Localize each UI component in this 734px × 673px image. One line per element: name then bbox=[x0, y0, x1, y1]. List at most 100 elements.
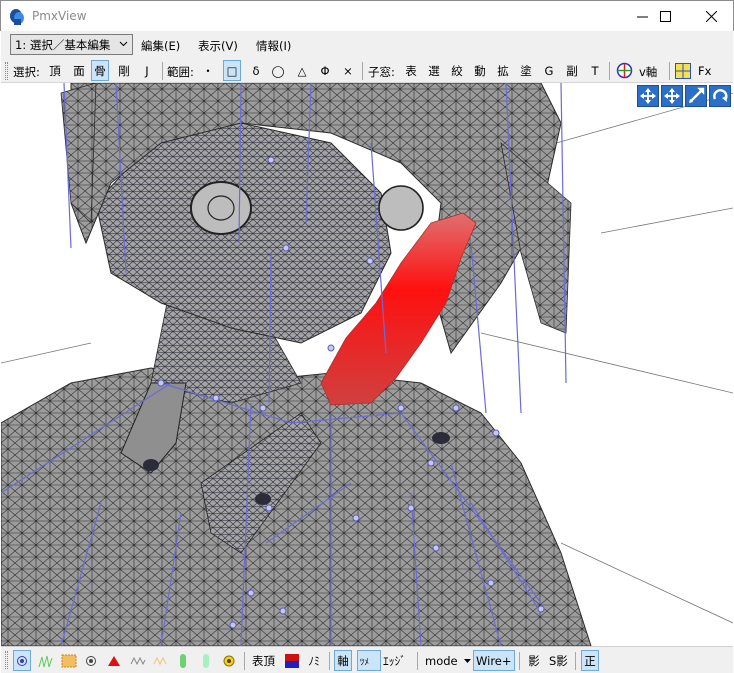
move-z-button[interactable] bbox=[685, 85, 707, 107]
edge-text-button[interactable]: ｴｯｼﾞ bbox=[381, 650, 408, 671]
color-toggle-button[interactable] bbox=[283, 650, 301, 671]
move-xy-button[interactable] bbox=[637, 85, 659, 107]
maximize-button[interactable] bbox=[642, 1, 688, 32]
joint-display-button[interactable] bbox=[220, 650, 238, 671]
select-face-button[interactable]: 面 bbox=[70, 60, 88, 81]
red-triangle-icon bbox=[108, 655, 120, 666]
title-bar: PmxView bbox=[0, 0, 734, 31]
move-xy-icon bbox=[640, 88, 656, 104]
axis-display-button[interactable]: 軸 bbox=[334, 650, 352, 671]
edge-display-button[interactable] bbox=[128, 650, 148, 671]
color-square-icon bbox=[285, 653, 299, 668]
status-toolbar: 表頂 ﾉﾐ 軸 ﾂﾒ ｴｯｼﾞ mode Wire+ 影 S影 正 bbox=[1, 646, 733, 673]
close-button[interactable] bbox=[688, 1, 734, 32]
axis-label[interactable]: v軸 bbox=[639, 64, 657, 80]
wire-plus-button[interactable]: Wire+ bbox=[473, 650, 515, 671]
range-clear-button[interactable]: × bbox=[339, 60, 357, 81]
subwindow-move-button[interactable]: 動 bbox=[471, 60, 489, 81]
range-circle-button[interactable]: ◯ bbox=[269, 60, 287, 81]
subwindow-paint-button[interactable]: 塗 bbox=[517, 60, 535, 81]
texture-icon bbox=[61, 654, 77, 667]
rotate-icon bbox=[713, 89, 728, 102]
nail-display-button[interactable]: ﾂﾒ bbox=[357, 650, 381, 671]
left-eye bbox=[190, 181, 252, 235]
bottombar-divider bbox=[575, 652, 576, 670]
mode-select-value: 1: 選択／基本編集 bbox=[15, 38, 111, 52]
range-point-button[interactable]: ・ bbox=[199, 60, 217, 81]
wire-display-button[interactable] bbox=[36, 650, 56, 671]
move-xyz-icon bbox=[664, 88, 680, 104]
menu-bar: 1: 選択／基本編集 編集(E) 表示(V) 情報(I) bbox=[1, 31, 733, 58]
move-z-icon bbox=[689, 87, 705, 103]
window-title: PmxView bbox=[32, 9, 87, 23]
bottombar-grip[interactable] bbox=[5, 651, 8, 669]
rotate-button[interactable] bbox=[709, 85, 731, 107]
view-tools bbox=[637, 85, 731, 107]
light-edge-button[interactable] bbox=[151, 650, 171, 671]
grid-toggle-button[interactable] bbox=[673, 60, 693, 81]
wire-grass-icon bbox=[38, 655, 53, 667]
circle-display-button[interactable] bbox=[82, 650, 100, 671]
toolbar-divider bbox=[362, 62, 363, 80]
green-bone-icon bbox=[180, 653, 186, 668]
subwindow-label: 子窓: bbox=[368, 65, 395, 79]
axis-toggle-button[interactable] bbox=[614, 60, 635, 81]
close-icon bbox=[705, 11, 717, 22]
face-display-button[interactable] bbox=[105, 650, 123, 671]
menu-view[interactable]: 表示(V) bbox=[198, 38, 238, 54]
axis-compass-icon bbox=[616, 62, 633, 79]
subwindow-filter-button[interactable]: 絞 bbox=[448, 60, 466, 81]
vertex-display-button[interactable] bbox=[13, 650, 31, 671]
subwindow-select-button[interactable]: 選 bbox=[425, 60, 443, 81]
shadow-button[interactable]: 影 bbox=[525, 650, 543, 671]
subwindow-sub-button[interactable]: 副 bbox=[563, 60, 581, 81]
caret-down-icon bbox=[463, 659, 471, 663]
toolbar-divider bbox=[669, 62, 670, 80]
yellow-flower-icon bbox=[223, 655, 235, 666]
move-xyz-button[interactable] bbox=[661, 85, 683, 107]
orthographic-button[interactable]: 正 bbox=[581, 650, 599, 671]
fx-label[interactable]: Fx bbox=[698, 64, 711, 78]
menu-edit[interactable]: 編集(E) bbox=[141, 38, 180, 54]
bone-display-button[interactable] bbox=[174, 650, 192, 671]
model-wireframe[interactable] bbox=[1, 83, 733, 646]
select-vertex-button[interactable]: 頂 bbox=[46, 60, 64, 81]
menu-info[interactable]: 情報(I) bbox=[256, 38, 291, 54]
green-capsule-icon bbox=[203, 653, 209, 668]
wave-icon bbox=[130, 656, 146, 665]
range-triangle-button[interactable]: △ bbox=[293, 60, 311, 81]
nail-icon: ﾂﾒ bbox=[360, 658, 369, 668]
svg-text:ﾂﾒ: ﾂﾒ bbox=[360, 658, 369, 668]
select-bone-button[interactable]: 骨 bbox=[91, 60, 109, 81]
subwindow-table-button[interactable]: 表 bbox=[402, 60, 420, 81]
chevron-down-icon bbox=[119, 41, 128, 47]
toolbar-divider bbox=[609, 62, 610, 80]
toolbar-divider bbox=[162, 62, 163, 80]
render-mode-select[interactable]: mode bbox=[423, 650, 474, 671]
bottombar-divider bbox=[329, 652, 330, 670]
bottombar-divider bbox=[519, 652, 520, 670]
light-wave-icon bbox=[153, 656, 167, 665]
mode-select[interactable]: 1: 選択／基本編集 bbox=[10, 34, 133, 55]
render-mode-value: mode bbox=[425, 653, 458, 668]
range-phi-button[interactable]: Φ bbox=[316, 60, 334, 81]
vertex-dot-icon bbox=[17, 655, 27, 666]
bottombar-divider bbox=[417, 652, 418, 670]
table-vertex-button[interactable]: 表頂 bbox=[250, 650, 277, 671]
toolbar-grip[interactable] bbox=[5, 62, 8, 80]
app-icon bbox=[10, 9, 24, 25]
subwindow-group-button[interactable]: G bbox=[540, 60, 558, 81]
subwindow-t-button[interactable]: T bbox=[586, 60, 604, 81]
select-rigid-button[interactable]: 剛 bbox=[115, 60, 133, 81]
grid-color-icon bbox=[675, 62, 691, 79]
range-rect-button[interactable]: □ bbox=[223, 60, 241, 81]
select-joint-button[interactable]: J bbox=[138, 60, 156, 81]
texture-display-button[interactable] bbox=[59, 650, 79, 671]
self-shadow-button[interactable]: S影 bbox=[547, 650, 570, 671]
rigid-display-button[interactable] bbox=[197, 650, 215, 671]
3d-viewport[interactable] bbox=[1, 83, 733, 646]
maximize-icon bbox=[659, 11, 671, 22]
subwindow-scale-button[interactable]: 拡 bbox=[494, 60, 512, 81]
nomi-button[interactable]: ﾉﾐ bbox=[305, 650, 323, 671]
range-delta-button[interactable]: δ bbox=[247, 60, 265, 81]
